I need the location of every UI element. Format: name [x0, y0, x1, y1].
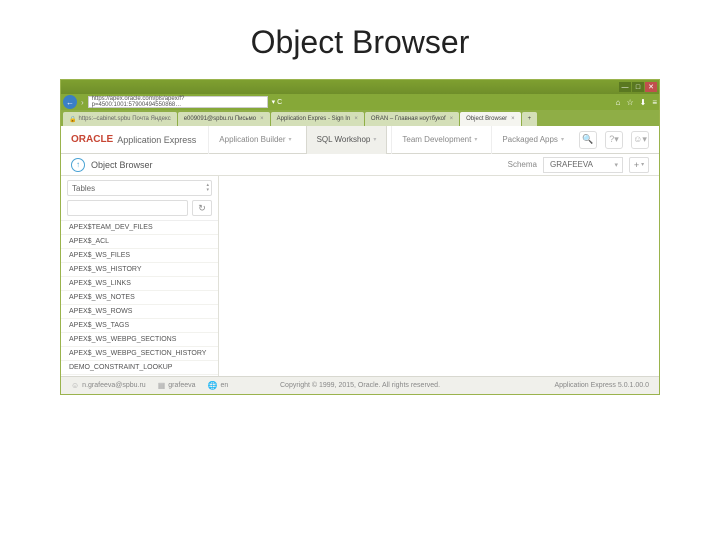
list-item[interactable]: APEX$_WS_NOTES [61, 291, 218, 305]
user-icon: ☺ [71, 381, 79, 390]
home-icon[interactable]: ⌂ [616, 98, 621, 107]
main-area [219, 176, 659, 376]
star-icon[interactable]: ☆ [626, 98, 633, 107]
help-icon[interactable]: ?▾ [605, 131, 623, 149]
list-item[interactable]: APEX$_WS_HISTORY [61, 263, 218, 277]
back-button[interactable]: ← [63, 95, 77, 109]
nav-label: Application Builder [219, 135, 285, 144]
up-icon[interactable]: ↑ [71, 158, 85, 172]
schema-label: Schema [508, 160, 537, 169]
tab-1[interactable]: e009091@spbu.ru Письмо × [178, 112, 270, 126]
nav-team-dev[interactable]: Team Development▾ [391, 126, 487, 154]
filter-input[interactable] [67, 200, 188, 216]
user-icon[interactable]: ☺▾ [631, 131, 649, 149]
window-titlebar: — □ ✕ [61, 80, 659, 94]
app-window: — □ ✕ ← › https://apex.oracle.com/pls/ap… [60, 79, 660, 395]
tab-close-icon[interactable]: × [354, 116, 358, 122]
footer-email-text: n.grafeeva@spbu.ru [82, 382, 146, 389]
footer-lang[interactable]: 🌐en [208, 381, 229, 390]
footer-email[interactable]: ☺n.grafeeva@spbu.ru [71, 381, 146, 390]
brand-bar: ORACLE Application Express Application B… [61, 126, 659, 154]
breadcrumb-bar: ↑ Object Browser Schema GRAFEEVA + [61, 154, 659, 176]
footer-copyright: Copyright © 1999, 2015, Oracle. All righ… [280, 382, 440, 389]
body-split: Tables ▴▾ ↻ APEX$TEAM_DEV_FILESAPEX$_ACL… [61, 176, 659, 376]
list-item[interactable]: APEX$_WS_WEBPG_SECTIONS [61, 333, 218, 347]
nav-sql-workshop[interactable]: SQL Workshop▾ [306, 126, 388, 154]
chevron-down-icon: ▾ [561, 136, 564, 143]
new-tab-button[interactable]: + [522, 112, 538, 126]
object-type-select[interactable]: Tables ▴▾ [67, 180, 212, 196]
schema-select[interactable]: GRAFEEVA [543, 157, 623, 173]
list-item[interactable]: APEX$_ACL [61, 235, 218, 249]
bookmark-text: https:–cabinet.spbu Почта Яндекс [78, 116, 170, 122]
object-list[interactable]: APEX$TEAM_DEV_FILESAPEX$_ACLAPEX$_WS_FIL… [61, 220, 218, 376]
tab-4-active[interactable]: Object Browser × [460, 112, 521, 126]
address-bar[interactable]: https://apex.oracle.com/pls/apex/f?p=450… [88, 96, 268, 108]
brand-product: Application Express [117, 135, 196, 145]
forward-button[interactable]: › [79, 98, 86, 107]
tab-close-icon[interactable]: × [260, 116, 264, 122]
create-object-button[interactable]: + [629, 157, 649, 173]
list-item[interactable]: APEX$_WS_ROWS [61, 305, 218, 319]
reload-icon[interactable]: ▾ C [272, 98, 283, 106]
tab-2[interactable]: Application Expres - Sign In× [271, 112, 364, 126]
globe-icon: 🌐 [208, 381, 218, 390]
search-icon[interactable]: 🔍 [579, 131, 597, 149]
bookmarks-bar[interactable]: 🔒 https:–cabinet.spbu Почта Яндекс [63, 112, 177, 126]
footer-user-text: grafeeva [168, 382, 195, 389]
list-item[interactable]: DEMO_CUSTOMERS [61, 375, 218, 376]
footer: ☺n.grafeeva@spbu.ru ▦grafeeva 🌐en Copyri… [61, 376, 659, 394]
list-item[interactable]: APEX$_WS_FILES [61, 249, 218, 263]
minimize-button[interactable]: — [619, 82, 631, 92]
nav-label: SQL Workshop [317, 135, 371, 144]
menu-icon[interactable]: ≡ [652, 98, 657, 107]
tab-label: Object Browser [466, 116, 507, 122]
footer-version: Application Express 5.0.1.00.0 [554, 382, 649, 389]
tab-label: e009091@spbu.ru Письмо [184, 116, 256, 122]
list-item[interactable]: APEX$TEAM_DEV_FILES [61, 221, 218, 235]
page-title: Object Browser [91, 160, 153, 170]
lock-icon: 🔒 [69, 116, 76, 123]
list-item[interactable]: APEX$_WS_TAGS [61, 319, 218, 333]
maximize-button[interactable]: □ [632, 82, 644, 92]
footer-user[interactable]: ▦grafeeva [158, 381, 196, 390]
dl-icon[interactable]: ⬇ [640, 98, 647, 107]
list-item[interactable]: APEX$_WS_LINKS [61, 277, 218, 291]
workspace-icon: ▦ [158, 381, 166, 390]
app-content: ORACLE Application Express Application B… [61, 126, 659, 394]
footer-lang-text: en [221, 382, 229, 389]
nav-label: Packaged Apps [502, 135, 558, 144]
stepper-icon: ▴▾ [206, 183, 209, 193]
tab-close-icon[interactable]: × [450, 116, 454, 122]
nav-app-builder[interactable]: Application Builder ▾ [208, 126, 301, 154]
object-type-value: Tables [72, 184, 95, 193]
tab-label: ORAN – Главная ноутбукof [371, 116, 446, 122]
brand-logo: ORACLE [71, 134, 113, 145]
nav-packaged[interactable]: Packaged Apps▾ [491, 126, 574, 154]
tab-label: Application Expres - Sign In [277, 116, 351, 122]
list-item[interactable]: APEX$_WS_WEBPG_SECTION_HISTORY [61, 347, 218, 361]
browser-nav-row: ← › https://apex.oracle.com/pls/apex/f?p… [61, 94, 659, 110]
tab-3[interactable]: ORAN – Главная ноутбукof × [365, 112, 459, 126]
sidebar: Tables ▴▾ ↻ APEX$TEAM_DEV_FILESAPEX$_ACL… [61, 176, 219, 376]
list-item[interactable]: DEMO_CONSTRAINT_LOOKUP [61, 361, 218, 375]
slide-title: Object Browser [0, 0, 720, 79]
chevron-down-icon: ▾ [373, 136, 376, 143]
close-button[interactable]: ✕ [645, 82, 657, 92]
tab-close-icon[interactable]: × [511, 116, 515, 122]
chevron-down-icon: ▾ [474, 136, 477, 143]
refresh-button[interactable]: ↻ [192, 200, 212, 216]
nav-label: Team Development [402, 135, 471, 144]
chevron-down-icon: ▾ [289, 136, 292, 143]
browser-tab-strip: 🔒 https:–cabinet.spbu Почта Яндекс e0090… [61, 110, 659, 126]
